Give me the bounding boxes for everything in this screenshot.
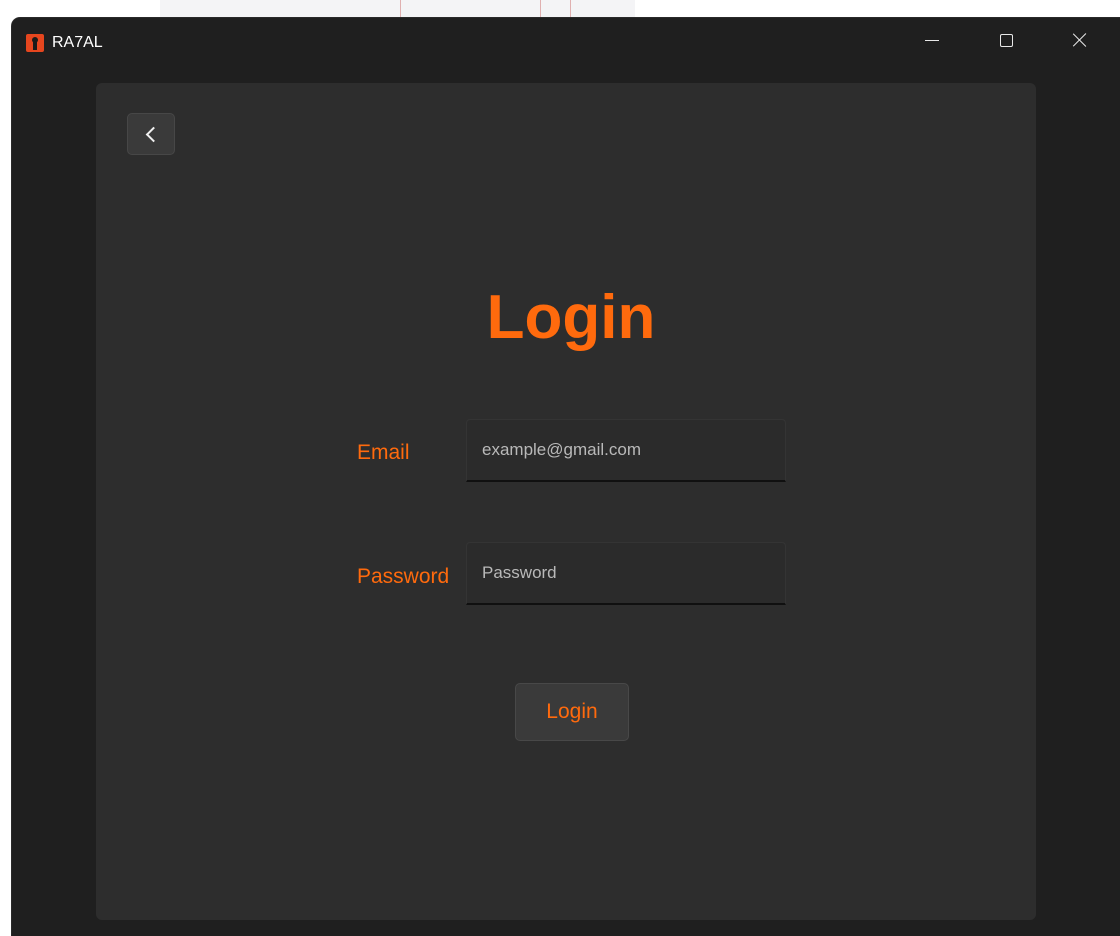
- password-label: Password: [357, 565, 450, 588]
- password-field[interactable]: [466, 542, 786, 605]
- window-title: RA7AL: [52, 34, 103, 51]
- close-icon: [1072, 32, 1088, 48]
- back-button[interactable]: [127, 113, 175, 155]
- chevron-left-icon: [145, 126, 161, 142]
- minimize-icon: [925, 39, 939, 41]
- close-button[interactable]: [1044, 18, 1116, 62]
- background-line: [540, 0, 541, 18]
- background-line: [570, 0, 571, 18]
- background-window-strip: [160, 0, 635, 19]
- maximize-button[interactable]: [970, 18, 1042, 62]
- maximize-icon: [999, 33, 1013, 47]
- login-panel: Login Email Password Login: [96, 83, 1036, 920]
- minimize-button[interactable]: [896, 18, 968, 62]
- app-window: RA7AL Login Email Password Login: [12, 18, 1120, 936]
- email-field[interactable]: [466, 419, 786, 482]
- login-button[interactable]: Login: [515, 683, 629, 741]
- app-logo-icon: [26, 34, 44, 52]
- title-bar[interactable]: RA7AL: [12, 18, 1120, 66]
- background-line: [400, 0, 401, 18]
- app-logo-keyhole-stem: [33, 41, 37, 50]
- email-label: Email: [357, 441, 410, 464]
- page-title: Login: [486, 283, 656, 352]
